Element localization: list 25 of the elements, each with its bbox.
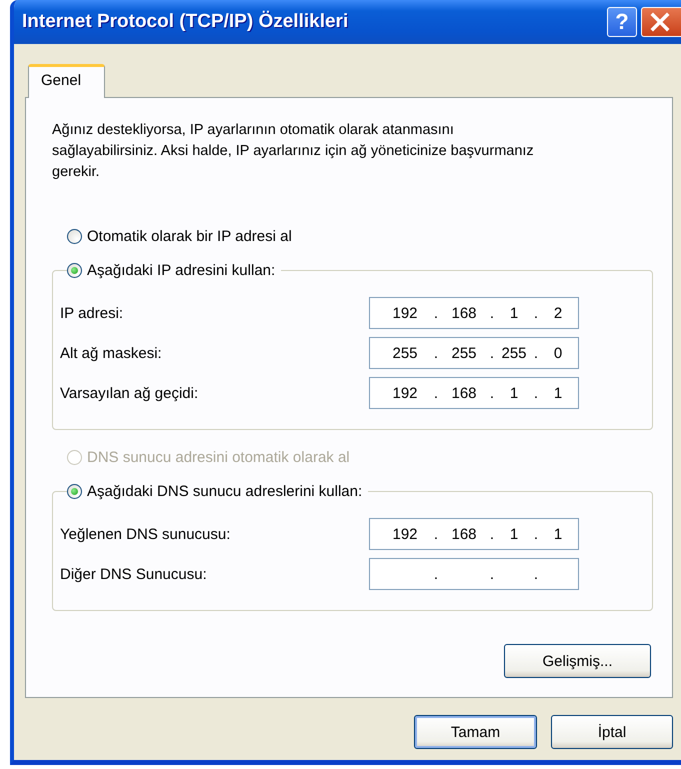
ip-address-field[interactable]: 192 . 168 . 1 . 1 xyxy=(369,518,579,550)
field-label: Yeğlenen DNS sunucusu: xyxy=(60,526,232,542)
close-icon xyxy=(649,11,671,33)
field-label: Diğer DNS Sunucusu: xyxy=(60,566,208,582)
field-label: IP adresi: xyxy=(60,304,124,322)
advanced-button[interactable]: Gelişmiş... xyxy=(504,644,651,678)
close-button[interactable] xyxy=(641,7,681,37)
help-button[interactable]: ? xyxy=(607,7,637,37)
radio-label[interactable]: Otomatik olarak bir IP adresi al xyxy=(87,228,292,244)
dialog-button[interactable]: İptal xyxy=(551,715,673,749)
dialog-button[interactable]: Tamam xyxy=(414,715,537,749)
field-label: Varsayılan ağ geçidi: xyxy=(60,384,200,402)
ip-address-field[interactable]: 192 . 168 . 1 . 1 xyxy=(369,377,579,409)
radio-button[interactable] xyxy=(67,262,82,278)
radio-button[interactable] xyxy=(67,484,82,498)
radio-label[interactable]: Aşağıdaki IP adresini kullan: xyxy=(87,262,276,278)
field-label: Alt ağ maskesi: xyxy=(60,344,163,362)
window-title: Internet Protocol (TCP/IP) Özellikleri xyxy=(22,11,350,33)
tab[interactable]: Genel xyxy=(28,64,105,98)
radio-label[interactable]: Aşağıdaki DNS sunucu adreslerini kullan: xyxy=(87,482,362,500)
ip-address-field[interactable]: 192 . 168 . 1 . 2 xyxy=(369,297,579,329)
ip-address-field[interactable]: . . . xyxy=(369,558,579,590)
ip-address-field[interactable]: 255 . 255 . 255 . 0 xyxy=(369,337,579,369)
radio-button[interactable] xyxy=(67,228,82,244)
description-text: Ağınız destekliyorsa, IP ayarlarının otomatik olarak atanmasını sağlayabilirsiniz. Aksi halde, IP ayarlarınız için ağ yöneticinize başvurmanız gerekir. xyxy=(52,121,535,182)
